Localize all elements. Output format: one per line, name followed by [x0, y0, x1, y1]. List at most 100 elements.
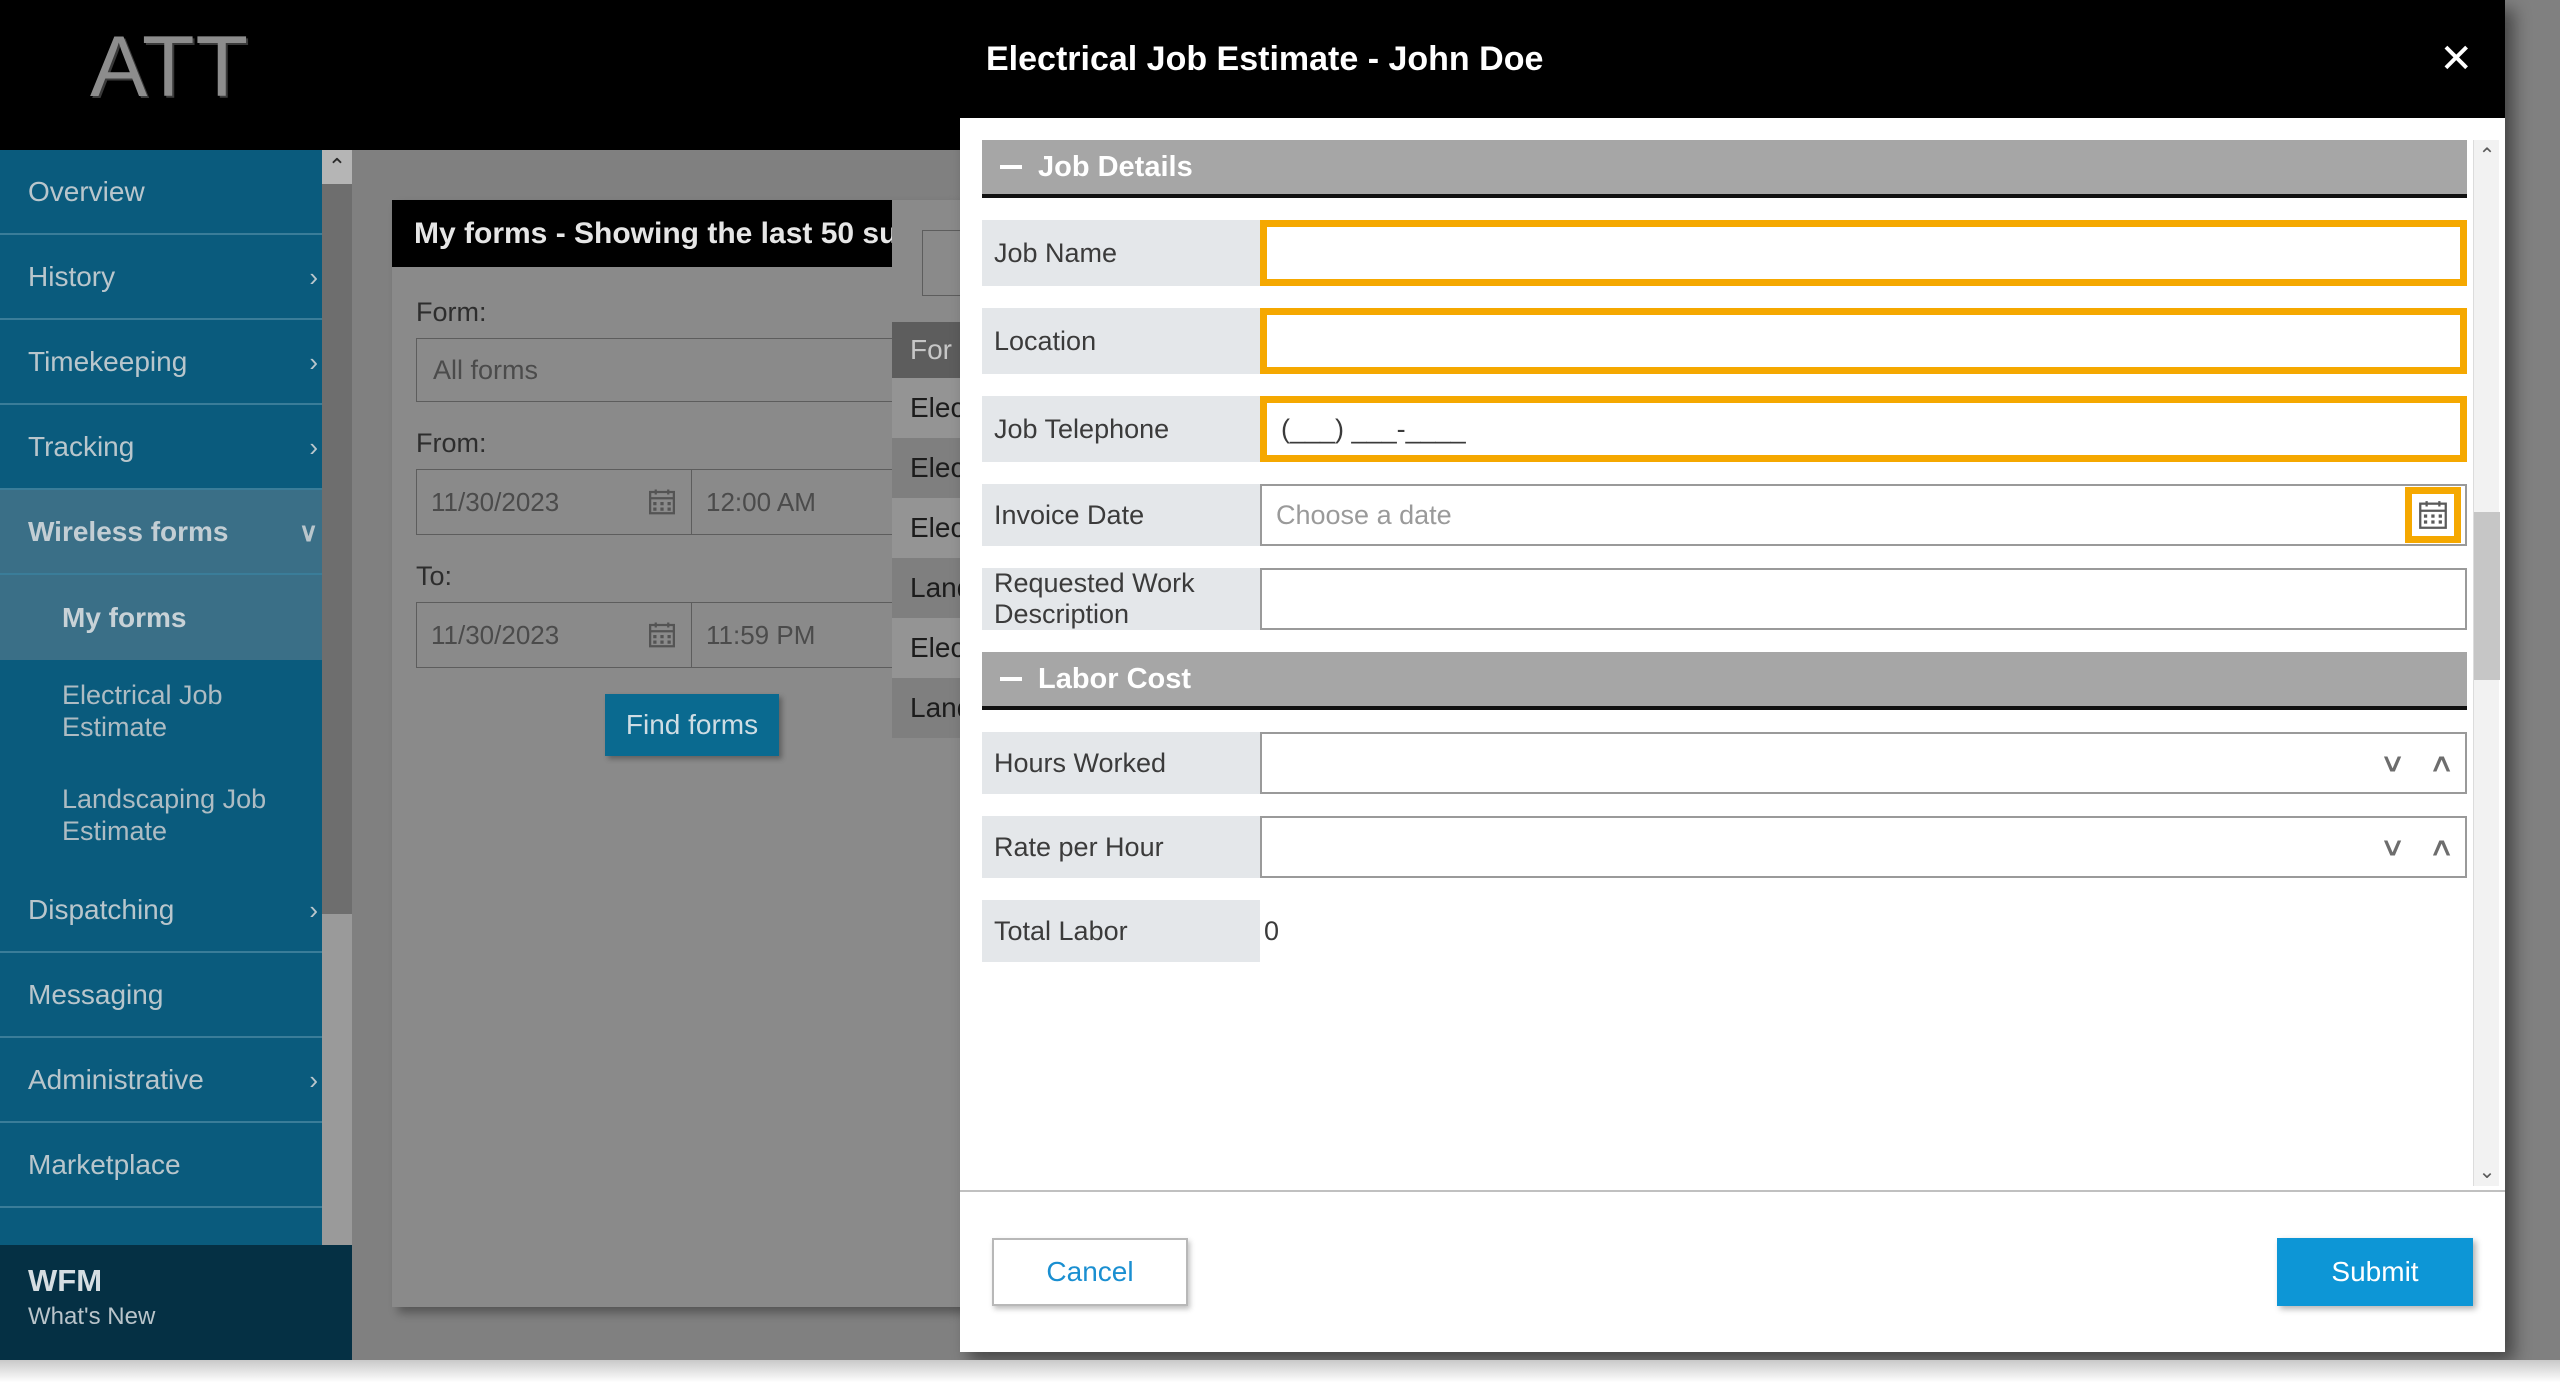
sidebar-item-overview[interactable]: Overview [0, 150, 352, 235]
sidebar-item-label: Timekeeping [28, 345, 188, 377]
hours-worked-spinner-buttons: ∨ ∧ [2379, 748, 2455, 779]
modal-scroll-thumb[interactable] [2474, 512, 2500, 680]
chevron-down-icon: ∨ [298, 516, 318, 547]
job-name-input[interactable] [1260, 220, 2467, 286]
field-control: 0 [1260, 900, 2467, 962]
total-labor-value: 0 [1264, 915, 1280, 946]
application-root: ATT Overview History › Timekeeping › Tracking… [0, 0, 2560, 1360]
chevron-up-icon[interactable]: ∧ [2428, 832, 2455, 863]
sidebar-item-label: Administrative [28, 1063, 204, 1095]
sidebar-item-timekeeping[interactable]: Timekeeping › [0, 320, 352, 405]
from-date-value: 11/30/2023 [431, 486, 560, 517]
wfm-footer-block[interactable]: WFM What's New [0, 1245, 352, 1360]
calendar-icon [2419, 501, 2447, 529]
field-control [1260, 220, 2467, 286]
field-control: ∨ ∧ [1260, 732, 2467, 794]
hours-worked-input[interactable] [1260, 732, 2467, 794]
invoice-date-picker-button[interactable] [2405, 487, 2461, 543]
field-label: Job Telephone [982, 396, 1260, 462]
requested-work-description-input[interactable] [1260, 568, 2467, 630]
field-control: ∨ ∧ [1260, 816, 2467, 878]
section-title: Labor Cost [1038, 662, 1192, 695]
chevron-right-icon: › [309, 346, 318, 377]
form-filter-select[interactable]: All forms ⌄ [416, 338, 968, 402]
chevron-down-icon[interactable]: ∨ [2379, 748, 2406, 779]
hours-worked-spinner: ∨ ∧ [1260, 732, 2467, 794]
chevron-right-icon: › [309, 1064, 318, 1095]
modal-scrollbar[interactable]: ⌃ ⌄ [2473, 140, 2500, 1186]
job-telephone-input[interactable] [1260, 396, 2467, 462]
sidebar-item-label: Marketplace [28, 1148, 181, 1180]
from-time-value: 12:00 AM [706, 486, 816, 517]
form-row: Hours Worked ∨ ∧ [982, 732, 2467, 794]
wfm-whats-new-link[interactable]: What's New [28, 1303, 352, 1331]
modal-title: Electrical Job Estimate - John Doe [986, 39, 1544, 78]
form-row: Requested Work Description [982, 568, 2467, 630]
modal-form-scroll-area: Job Details Job Name Location Job Telephone… [982, 140, 2467, 1190]
find-forms-button[interactable]: Find forms [605, 694, 779, 756]
rate-per-hour-spinner: ∨ ∧ [1260, 816, 2467, 878]
sidebar-item-messaging[interactable]: Messaging [0, 953, 352, 1038]
section-header-labor-cost[interactable]: Labor Cost [982, 652, 2467, 710]
to-date-label: To: [416, 561, 453, 591]
modal-footer: Cancel Submit [960, 1192, 2505, 1352]
modal-scroll-up-arrow[interactable]: ⌃ [2474, 140, 2500, 170]
modal-scroll-down-arrow[interactable]: ⌄ [2474, 1156, 2500, 1186]
to-date-input[interactable]: 11/30/2023 [417, 603, 692, 667]
field-label: Total Labor [982, 900, 1260, 962]
sidebar-item-label: Overview [28, 175, 145, 207]
field-label: Location [982, 308, 1260, 374]
field-label: Rate per Hour [982, 816, 1260, 878]
cancel-button[interactable]: Cancel [992, 1238, 1188, 1306]
invoice-date-input[interactable] [1260, 484, 2467, 546]
sidebar-item-history[interactable]: History › [0, 235, 352, 320]
submit-button[interactable]: Submit [2277, 1238, 2473, 1306]
sidebar-scrollbar[interactable]: ⌃ ⌄ [322, 150, 352, 1360]
sidebar-item-label: Electrical Job Estimate [62, 680, 223, 742]
chevron-up-icon[interactable]: ∧ [2428, 748, 2455, 779]
field-label: Requested Work Description [982, 568, 1260, 630]
chevron-right-icon: › [309, 894, 318, 925]
form-row: Location [982, 308, 2467, 374]
sidebar-scroll-up-arrow[interactable]: ⌃ [322, 150, 352, 184]
sidebar-item-tracking[interactable]: Tracking › [0, 405, 352, 490]
form-row: Total Labor 0 [982, 900, 2467, 962]
field-label: Invoice Date [982, 484, 1260, 546]
chevron-down-icon[interactable]: ∨ [2379, 832, 2406, 863]
sidebar-item-administrative[interactable]: Administrative › [0, 1038, 352, 1123]
sidebar-item-dispatching[interactable]: Dispatching › [0, 868, 352, 953]
sidebar-item-my-forms[interactable]: My forms [0, 575, 352, 660]
from-date-input[interactable]: 11/30/2023 [417, 470, 692, 534]
wfm-title: WFM [28, 1263, 103, 1298]
electrical-job-estimate-modal: Electrical Job Estimate - John Doe ✕ Job… [960, 0, 2505, 1352]
brand-header: ATT [0, 0, 960, 150]
to-datetime-row: 11/30/2023 11:59 PM [416, 602, 968, 668]
sidebar-item-wireless-forms[interactable]: Wireless forms ∨ [0, 490, 352, 575]
location-input[interactable] [1260, 308, 2467, 374]
sidebar-item-electrical-job-estimate[interactable]: Electrical Job Estimate [0, 660, 352, 764]
sidebar-item-label: My forms [62, 601, 187, 633]
sidebar-item-landscaping-job-estimate[interactable]: Landscaping Job Estimate [0, 764, 352, 868]
sidebar-scroll-thumb[interactable] [322, 184, 352, 914]
brand-logo: ATT [90, 19, 250, 115]
modal-body: Job Details Job Name Location Job Telephone… [960, 118, 2505, 1192]
rate-per-hour-input[interactable] [1260, 816, 2467, 878]
field-control [1260, 568, 2467, 630]
minus-icon [1000, 165, 1022, 169]
form-row: Rate per Hour ∨ ∧ [982, 816, 2467, 878]
close-icon[interactable]: ✕ [2433, 39, 2479, 79]
sidebar-item-marketplace[interactable]: Marketplace [0, 1123, 352, 1208]
form-row: Job Telephone [982, 396, 2467, 462]
form-filter-value: All forms [433, 354, 539, 385]
sidebar-item-label: Messaging [28, 978, 164, 1010]
modal-header: Electrical Job Estimate - John Doe ✕ [960, 0, 2505, 118]
to-time-value: 11:59 PM [706, 619, 816, 650]
section-header-job-details[interactable]: Job Details [982, 140, 2467, 198]
sidebar-item-label: Dispatching [28, 893, 175, 925]
field-label: Hours Worked [982, 732, 1260, 794]
field-control [1260, 308, 2467, 374]
sidebar-item-label: History [28, 260, 116, 292]
field-control [1260, 484, 2467, 546]
minus-icon [1000, 677, 1022, 681]
calendar-icon [649, 622, 675, 648]
